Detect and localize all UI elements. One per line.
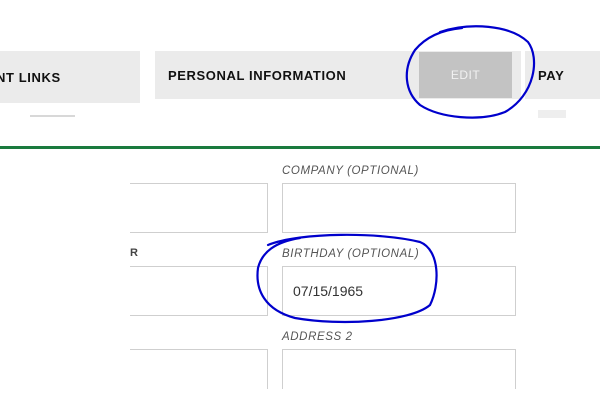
left-field-top[interactable]	[130, 183, 268, 233]
left-field-bottom[interactable]	[130, 349, 268, 389]
section-divider	[0, 146, 600, 149]
address2-label: ADDRESS 2	[282, 331, 353, 343]
clipped-sublabel	[30, 115, 75, 118]
company-label: COMPANY (OPTIONAL)	[282, 165, 419, 177]
clipped-element	[538, 110, 566, 118]
left-field-mid[interactable]	[130, 266, 268, 316]
tab-account-links-label: NT LINKS	[0, 69, 61, 85]
tab-account-links[interactable]: NT LINKS	[0, 51, 140, 103]
address2-field[interactable]	[282, 349, 516, 389]
birthday-field[interactable]	[282, 266, 516, 316]
tab-payment-label: PAY	[538, 67, 565, 83]
edit-button[interactable]: EDIT	[419, 52, 512, 98]
tab-payment[interactable]: PAY	[525, 51, 600, 99]
birthday-label: BIRTHDAY (OPTIONAL)	[282, 248, 420, 260]
company-field[interactable]	[282, 183, 516, 233]
tab-personal-information-label: PERSONAL INFORMATION	[168, 67, 347, 83]
left-field-label: R	[130, 247, 139, 259]
